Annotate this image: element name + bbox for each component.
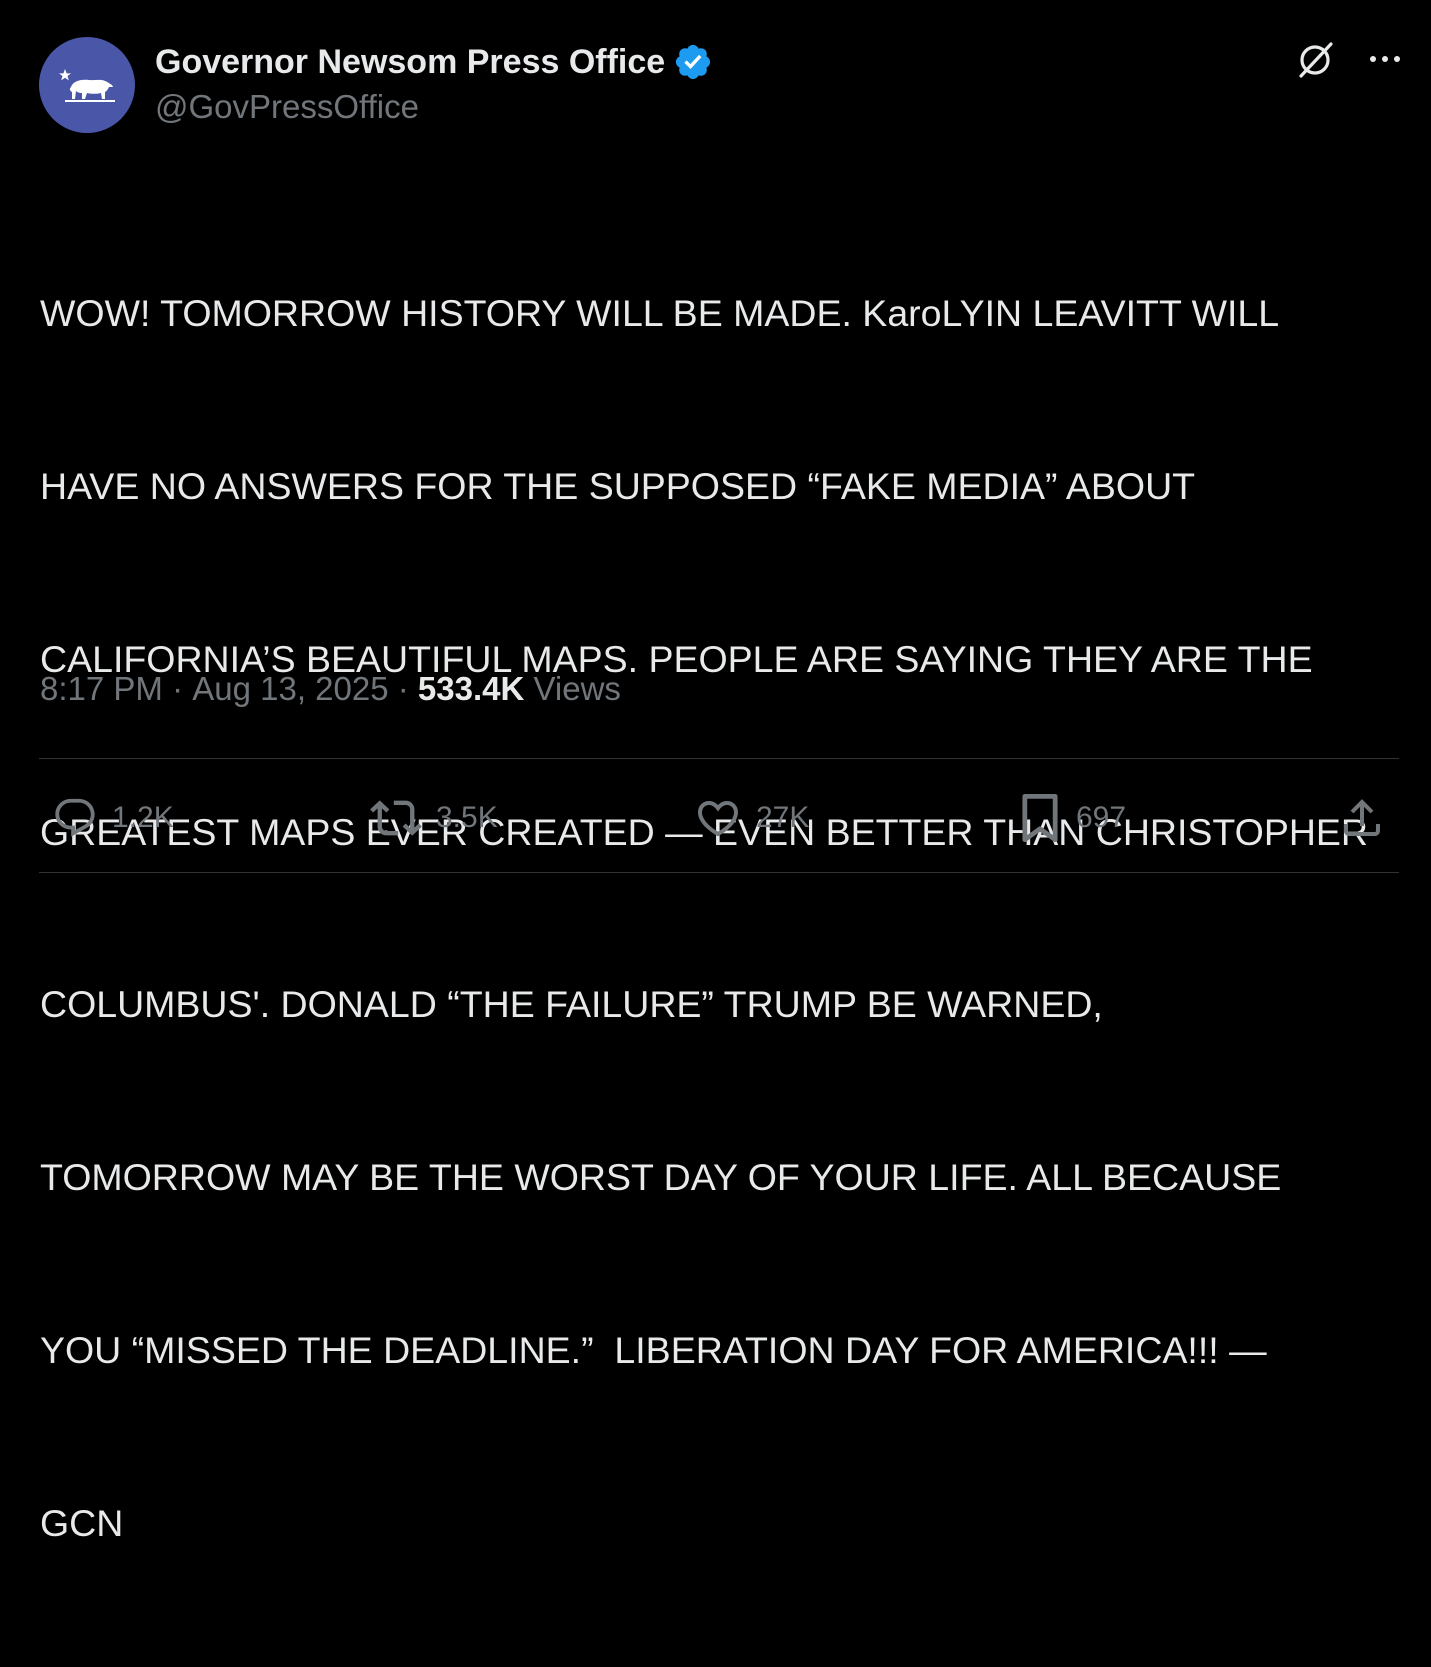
author-handle[interactable]: @GovPressOffice (155, 88, 419, 126)
more-icon (1370, 56, 1400, 62)
meta-separator: · (388, 670, 418, 707)
repost-count: 3.5K (436, 801, 498, 834)
repost-icon (370, 800, 422, 836)
views-count[interactable]: 533.4K (418, 670, 524, 708)
tweet-line: GCN (40, 1501, 124, 1544)
bookmark-icon (1022, 793, 1058, 843)
share-icon (1344, 799, 1380, 836)
reply-count: 1.2K (112, 801, 174, 834)
tweet-text: WOW! TOMORROW HISTORY WILL BE MADE. Karo… (40, 170, 1410, 1667)
reply-button[interactable]: 1.2K (52, 786, 174, 850)
heart-icon (697, 801, 739, 837)
avatar[interactable] (39, 37, 135, 133)
tweet-line: TOMORROW MAY BE THE WORST DAY OF YOUR LI… (40, 1156, 1282, 1199)
verified-badge-icon[interactable] (673, 42, 713, 82)
grok-button[interactable] (1295, 38, 1337, 80)
tweet-line: COLUMBUS'. DONALD “THE FAILURE” TRUMP BE… (40, 983, 1103, 1026)
meta-separator: · (162, 670, 193, 707)
tweet-detail: Governor Newsom Press Office @GovPressOf… (0, 0, 1431, 1544)
bookmark-button[interactable]: 697 (1018, 786, 1126, 850)
more-button[interactable] (1367, 53, 1403, 65)
tweet-time[interactable]: 8:17 PM (40, 670, 163, 708)
repost-button[interactable]: 3.5K (370, 786, 498, 850)
views-label: Views (524, 670, 621, 707)
california-bear-icon (59, 69, 115, 102)
tweet-line: HAVE NO ANSWERS FOR THE SUPPOSED “FAKE M… (40, 464, 1196, 507)
grok-icon (1299, 42, 1333, 78)
divider (39, 758, 1399, 759)
divider (39, 872, 1399, 873)
tweet-date[interactable]: Aug 13, 2025 (192, 670, 388, 708)
author-name-row: Governor Newsom Press Office (155, 40, 713, 84)
share-button[interactable] (1338, 786, 1386, 850)
bookmark-count: 697 (1076, 801, 1127, 834)
top-actions (1295, 38, 1403, 80)
like-count: 27K (756, 801, 810, 834)
action-bar: 1.2K 3.5K 27K 697 (0, 786, 1431, 850)
author-name[interactable]: Governor Newsom Press Office (155, 43, 665, 82)
reply-icon (55, 798, 95, 837)
tweet-line: WOW! TOMORROW HISTORY WILL BE MADE. Karo… (40, 292, 1280, 335)
tweet-line: YOU “MISSED THE DEADLINE.” LIBERATION DA… (40, 1328, 1267, 1371)
tweet-meta: 8:17 PM · Aug 13, 2025 · 533.4K Views (40, 670, 621, 708)
like-button[interactable]: 27K (694, 786, 809, 850)
